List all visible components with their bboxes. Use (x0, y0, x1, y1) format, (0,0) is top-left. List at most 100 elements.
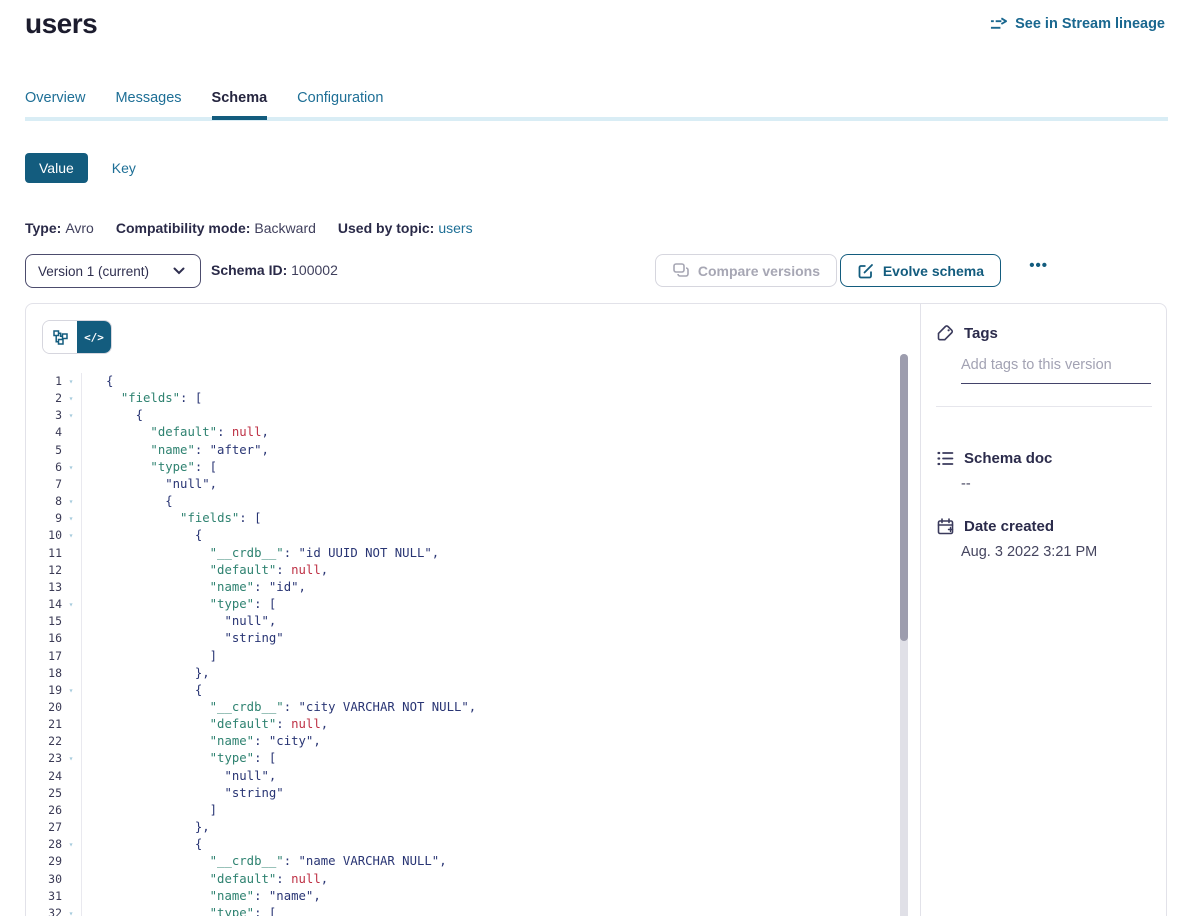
schema-sidebar: Tags Schema doc -- (922, 304, 1167, 916)
code-line: 28▾ { (26, 836, 886, 853)
line-number: 29 (26, 853, 62, 870)
fold-arrow-icon[interactable]: ▾ (62, 596, 80, 613)
compatibility-value: Backward (254, 220, 315, 236)
schema-id-field: Schema ID: 100002 (211, 262, 338, 278)
gutter: 27 (26, 819, 82, 836)
schema-id-value: 100002 (291, 262, 338, 278)
line-number: 2 (26, 390, 62, 407)
line-number: 17 (26, 648, 62, 665)
code-line: 30 "default": null, (26, 871, 886, 888)
type-field: Type:Avro (25, 220, 94, 236)
see-in-stream-lineage-link[interactable]: See in Stream lineage (990, 15, 1165, 33)
schema-doc-section-heading: Schema doc (936, 449, 1052, 467)
version-select[interactable]: Version 1 (current) (25, 254, 201, 288)
schema-code-area: </> 1▾{2▾ "fields": [3▾ {4 "default": nu… (26, 304, 921, 916)
line-number: 14 (26, 596, 62, 613)
tab-overview[interactable]: Overview (25, 90, 85, 120)
fold-arrow-icon[interactable]: ▾ (62, 459, 80, 476)
gutter: 8▾ (26, 493, 82, 510)
tab-messages[interactable]: Messages (115, 90, 181, 120)
code-line: 21 "default": null, (26, 716, 886, 733)
fold-arrow-icon[interactable]: ▾ (62, 750, 80, 767)
evolve-schema-button[interactable]: Evolve schema (840, 254, 1001, 287)
tags-heading-label: Tags (964, 325, 998, 342)
code-line: 12 "default": null, (26, 562, 886, 579)
gutter: 32▾ (26, 905, 82, 916)
gutter: 26 (26, 802, 82, 819)
code-text: "string" (82, 785, 284, 802)
compare-versions-button[interactable]: Compare versions (655, 254, 837, 287)
fold-spacer (62, 630, 80, 647)
code-text: "default": null, (82, 562, 328, 579)
list-icon (936, 449, 954, 467)
code-line: 16 "string" (26, 630, 886, 647)
value-tab-button[interactable]: Value (25, 153, 88, 183)
stream-lineage-icon (990, 15, 1008, 33)
code-text: { (82, 527, 202, 544)
editor-scrollbar-thumb[interactable] (900, 354, 908, 641)
gutter: 23▾ (26, 750, 82, 767)
schema-meta-row: Type:Avro Compatibility mode:Backward Us… (25, 220, 473, 236)
line-number: 10 (26, 527, 62, 544)
code-line: 26 ] (26, 802, 886, 819)
fold-spacer (62, 733, 80, 750)
tree-view-button[interactable] (43, 321, 77, 353)
line-number: 3 (26, 407, 62, 424)
fold-arrow-icon[interactable]: ▾ (62, 527, 80, 544)
code-text: "fields": [ (82, 510, 262, 527)
editor-scrollbar-track[interactable] (900, 354, 908, 916)
version-select-value: Version 1 (current) (38, 264, 149, 279)
fold-arrow-icon[interactable]: ▾ (62, 905, 80, 916)
add-tags-input[interactable] (961, 354, 1151, 384)
code-line: 11 "__crdb__": "id UUID NOT NULL", (26, 545, 886, 562)
compare-versions-label: Compare versions (698, 263, 820, 279)
tab-schema[interactable]: Schema (212, 90, 268, 120)
gutter: 17 (26, 648, 82, 665)
date-created-value: Aug. 3 2022 3:21 PM (961, 544, 1097, 560)
code-line: 20 "__crdb__": "city VARCHAR NOT NULL", (26, 699, 886, 716)
fold-spacer (62, 716, 80, 733)
fold-arrow-icon[interactable]: ▾ (62, 493, 80, 510)
code-text: ] (82, 648, 217, 665)
code-view-button[interactable]: </> (77, 321, 111, 353)
more-options-button[interactable]: ••• (1029, 257, 1048, 274)
fold-spacer (62, 562, 80, 579)
fold-spacer (62, 785, 80, 802)
code-line: 15 "null", (26, 613, 886, 630)
fold-arrow-icon[interactable]: ▾ (62, 682, 80, 699)
gutter: 31 (26, 888, 82, 905)
code-line: 7 "null", (26, 476, 886, 493)
code-text: "type": [ (82, 750, 276, 767)
fold-spacer (62, 613, 80, 630)
code-line: 23▾ "type": [ (26, 750, 886, 767)
line-number: 23 (26, 750, 62, 767)
code-line: 9▾ "fields": [ (26, 510, 886, 527)
fold-arrow-icon[interactable]: ▾ (62, 373, 80, 390)
code-line: 17 ] (26, 648, 886, 665)
topic-link[interactable]: users (438, 220, 472, 236)
code-text: "type": [ (82, 459, 217, 476)
code-editor[interactable]: 1▾{2▾ "fields": [3▾ {4 "default": null,5… (26, 373, 886, 916)
code-text: "null", (82, 476, 217, 493)
code-text: ] (82, 802, 217, 819)
code-text: "null", (82, 613, 276, 630)
tab-configuration[interactable]: Configuration (297, 90, 383, 120)
page-title: users (25, 8, 97, 40)
line-number: 13 (26, 579, 62, 596)
code-text: "default": null, (82, 424, 269, 441)
fold-arrow-icon[interactable]: ▾ (62, 390, 80, 407)
key-tab-link[interactable]: Key (112, 160, 136, 176)
code-text: }, (82, 819, 210, 836)
fold-arrow-icon[interactable]: ▾ (62, 510, 80, 527)
gutter: 4 (26, 424, 82, 441)
line-number: 30 (26, 871, 62, 888)
code-text: { (82, 682, 202, 699)
fold-arrow-icon[interactable]: ▾ (62, 407, 80, 424)
fold-arrow-icon[interactable]: ▾ (62, 836, 80, 853)
line-number: 5 (26, 442, 62, 459)
line-number: 6 (26, 459, 62, 476)
tab-track (25, 117, 1168, 121)
gutter: 19▾ (26, 682, 82, 699)
gutter: 29 (26, 853, 82, 870)
gutter: 12 (26, 562, 82, 579)
